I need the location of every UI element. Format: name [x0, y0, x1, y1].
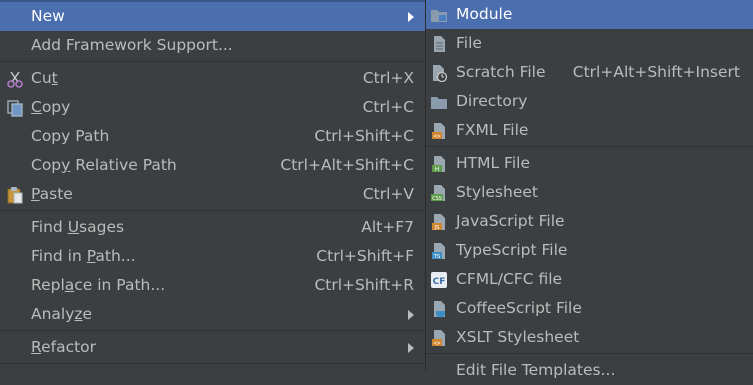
copy-icon: [7, 100, 23, 117]
menu-separator: [0, 330, 425, 331]
submenu-item-label: Module: [456, 5, 513, 23]
menu-item-find-in-path[interactable]: Find in Path... Ctrl+Shift+F: [0, 242, 425, 271]
context-menu: New Add Framework Support... Cut Ctrl+X …: [0, 0, 425, 370]
menu-item-refactor[interactable]: Refactor: [0, 333, 425, 362]
submenu-item-shortcut: Ctrl+Alt+Shift+Insert: [572, 63, 740, 81]
submenu-arrow-icon: [408, 343, 414, 353]
file-icon: [434, 36, 445, 52]
submenu-item-label: XSLT Stylesheet: [456, 328, 580, 346]
submenu-item-label: HTML File: [456, 154, 530, 172]
submenu-arrow-icon: [408, 310, 414, 320]
submenu-separator: [426, 353, 753, 354]
menu-item-shortcut: Ctrl+X: [362, 69, 414, 87]
menu-item-shortcut: Alt+F7: [361, 218, 414, 236]
menu-item-replace-in-path[interactable]: Replace in Path... Ctrl+Shift+R: [0, 271, 425, 300]
new-submenu: Module File Scratch File Ctrl+Alt+Shift+…: [425, 0, 753, 379]
scratch-file-icon: [433, 65, 448, 82]
scissors-icon: [7, 71, 23, 88]
svg-text:H: H: [435, 166, 440, 173]
menu-item-shortcut: Ctrl+V: [362, 185, 414, 203]
menu-item-paste[interactable]: Paste Ctrl+V: [0, 180, 425, 209]
typescript-file-icon: TS: [432, 243, 445, 260]
cfml-file-icon: CF: [431, 272, 447, 288]
submenu-item-stylesheet[interactable]: CSS Stylesheet: [426, 178, 753, 207]
submenu-item-label: File: [456, 34, 482, 52]
submenu-item-xslt-stylesheet[interactable]: <> XSLT Stylesheet: [426, 323, 753, 352]
svg-text:JS: JS: [433, 225, 440, 231]
menu-item-copy[interactable]: Copy Ctrl+C: [0, 93, 425, 122]
menu-item-label: Add Framework Support...: [31, 36, 233, 54]
folder-icon: [431, 97, 447, 109]
menu-item-label: Copy Path: [31, 127, 110, 145]
submenu-item-label: Directory: [456, 92, 528, 110]
menu-separator: [0, 210, 425, 211]
menu-item-label: Replace in Path...: [31, 276, 166, 294]
svg-text:TS: TS: [433, 254, 441, 260]
submenu-item-label: JavaScript File: [456, 212, 565, 230]
svg-text:<>: <>: [433, 340, 441, 347]
menu-item-shortcut: Ctrl+Shift+C: [314, 127, 414, 145]
submenu-item-label: Scratch File: [456, 63, 546, 81]
submenu-item-scratch-file[interactable]: Scratch File Ctrl+Alt+Shift+Insert: [426, 58, 753, 87]
submenu-item-file[interactable]: File: [426, 29, 753, 58]
submenu-item-coffeescript-file[interactable]: CoffeeScript File: [426, 294, 753, 323]
submenu-item-label: CoffeeScript File: [456, 299, 582, 317]
module-folder-icon: [431, 10, 447, 22]
menu-item-add-framework-support[interactable]: Add Framework Support...: [0, 31, 425, 60]
submenu-item-module[interactable]: Module: [426, 0, 753, 29]
svg-text:CF: CF: [433, 277, 446, 287]
stylesheet-icon: CSS: [431, 185, 445, 202]
menu-item-find-usages[interactable]: Find Usages Alt+F7: [0, 213, 425, 242]
menu-item-shortcut: Ctrl+Alt+Shift+C: [280, 156, 414, 174]
menu-separator: [0, 363, 425, 364]
fxml-file-icon: <>: [432, 123, 445, 140]
menu-item-shortcut: Ctrl+C: [362, 98, 414, 116]
submenu-item-typescript-file[interactable]: TS TypeScript File: [426, 236, 753, 265]
menu-item-label: Copy Relative Path: [31, 156, 177, 174]
submenu-item-fxml-file[interactable]: <> FXML File: [426, 116, 753, 145]
menu-item-copy-path[interactable]: Copy Path Ctrl+Shift+C: [0, 122, 425, 151]
submenu-item-javascript-file[interactable]: JS JavaScript File: [426, 207, 753, 236]
submenu-item-label: TypeScript File: [456, 241, 568, 259]
menu-item-label: Refactor: [31, 338, 97, 356]
submenu-separator: [426, 146, 753, 147]
svg-text:<>: <>: [433, 133, 441, 140]
coffeescript-file-icon: [434, 301, 445, 318]
javascript-file-icon: JS: [432, 214, 445, 231]
submenu-item-label: Stylesheet: [456, 183, 538, 201]
svg-text:CSS: CSS: [432, 196, 442, 202]
submenu-item-html-file[interactable]: H HTML File: [426, 149, 753, 178]
menu-item-label: Find Usages: [31, 218, 125, 236]
menu-item-label: Analyze: [31, 305, 93, 323]
html-file-icon: H: [432, 156, 445, 173]
menu-item-shortcut: Ctrl+Shift+F: [316, 247, 414, 265]
menu-item-copy-relative-path[interactable]: Copy Relative Path Ctrl+Alt+Shift+C: [0, 151, 425, 180]
menu-item-cut[interactable]: Cut Ctrl+X: [0, 64, 425, 93]
submenu-item-label: CFML/CFC file: [456, 270, 563, 288]
xslt-file-icon: <>: [432, 330, 445, 347]
menu-item-analyze[interactable]: Analyze: [0, 300, 425, 329]
submenu-arrow-icon: [408, 12, 414, 22]
menu-item-new[interactable]: New: [0, 2, 425, 31]
submenu-item-edit-file-templates[interactable]: Edit File Templates...: [426, 356, 753, 385]
paste-icon: [7, 187, 23, 204]
menu-item-label: Cut: [31, 69, 58, 87]
submenu-item-cfml-file[interactable]: CF CFML/CFC file: [426, 265, 753, 294]
menu-separator: [0, 61, 425, 62]
submenu-item-label: Edit File Templates...: [456, 361, 616, 379]
menu-item-label: Find in Path...: [31, 247, 136, 265]
menu-item-label: New: [31, 7, 65, 25]
menu-item-label: Paste: [31, 185, 73, 203]
submenu-item-directory[interactable]: Directory: [426, 87, 753, 116]
menu-item-shortcut: Ctrl+Shift+R: [314, 276, 414, 294]
menu-item-label: Copy: [31, 98, 71, 116]
submenu-item-label: FXML File: [456, 121, 529, 139]
